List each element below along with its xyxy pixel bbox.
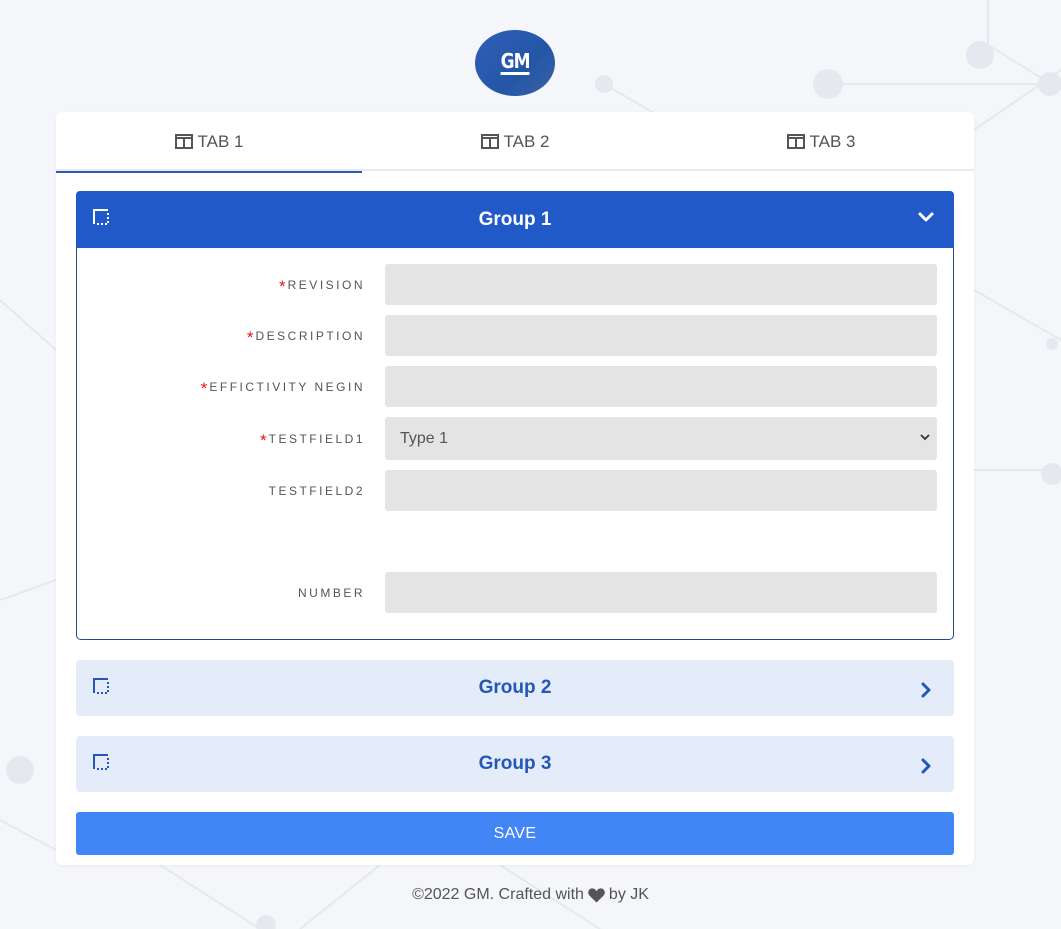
description-label: * DESCRIPTION bbox=[246, 327, 365, 347]
testfield1-row: * TESTFIELD1 Type 1 bbox=[77, 417, 953, 460]
tab-3[interactable]: TAB 3 bbox=[668, 112, 974, 171]
group-1-panel: Group 1 * REVISION * DESCRIPTION * EFFICTIV… bbox=[76, 191, 954, 640]
number-input[interactable] bbox=[385, 572, 937, 613]
group-title: Group 3 bbox=[478, 753, 552, 774]
table-icon bbox=[174, 134, 193, 149]
tab-1[interactable]: TAB 1 bbox=[56, 112, 362, 173]
required-marker: * bbox=[200, 378, 208, 398]
tab-label: TAB 2 bbox=[503, 131, 550, 151]
tab-bar: TAB 1 TAB 2 TAB 3 bbox=[56, 112, 974, 173]
border-style-icon bbox=[93, 209, 109, 225]
testfield2-label: TESTFIELD2 bbox=[268, 483, 365, 498]
description-row: * DESCRIPTION bbox=[77, 315, 953, 356]
border-style-icon bbox=[93, 754, 109, 770]
group-2-header[interactable]: Group 2 bbox=[76, 660, 954, 716]
group-title: Group 2 bbox=[478, 677, 552, 698]
required-marker: * bbox=[279, 276, 286, 296]
group-title: Group 1 bbox=[478, 208, 552, 230]
testfield1-label: * TESTFIELD1 bbox=[260, 430, 365, 450]
number-row: NUMBER bbox=[77, 572, 953, 613]
revision-input[interactable] bbox=[385, 264, 937, 305]
table-icon bbox=[786, 134, 805, 149]
effictivity-negin-label: * EFFICTIVITY NEGIN bbox=[200, 378, 365, 398]
group-3-header[interactable]: Group 3 bbox=[76, 736, 954, 792]
group-2-panel: Group 2 bbox=[76, 660, 954, 716]
revision-label: * REVISION bbox=[279, 276, 365, 296]
gm-logo: GM bbox=[475, 30, 555, 96]
logo-text: GM bbox=[500, 49, 530, 75]
chevron-right-icon bbox=[921, 758, 931, 774]
testfield2-row: TESTFIELD2 bbox=[77, 470, 953, 511]
required-marker: * bbox=[260, 430, 267, 450]
required-marker: * bbox=[246, 327, 254, 347]
footer-prefix: ©2022 GM. Crafted with bbox=[412, 886, 584, 903]
selected-value: Type 1 bbox=[400, 429, 449, 447]
group-1-header[interactable]: Group 1 bbox=[76, 191, 954, 248]
table-icon bbox=[480, 134, 499, 149]
tab-2[interactable]: TAB 2 bbox=[362, 112, 668, 171]
chevron-down-icon bbox=[918, 212, 934, 222]
effictivity-negin-input[interactable] bbox=[385, 366, 937, 407]
effictivity-negin-row: * EFFICTIVITY NEGIN bbox=[77, 366, 953, 407]
number-label: NUMBER bbox=[297, 585, 365, 600]
footer-suffix: by JK bbox=[608, 886, 649, 903]
testfield2-input[interactable] bbox=[385, 470, 937, 511]
group-3-panel: Group 3 bbox=[76, 736, 954, 792]
footer: ©2022 GM. Crafted with by JK bbox=[0, 886, 1061, 904]
chevron-right-icon bbox=[921, 682, 931, 698]
tab-label: TAB 3 bbox=[809, 131, 856, 151]
save-button[interactable]: SAVE bbox=[76, 812, 954, 855]
chevron-down-icon bbox=[920, 434, 930, 441]
description-input[interactable] bbox=[385, 315, 937, 356]
heart-icon bbox=[588, 887, 605, 902]
revision-row: * REVISION bbox=[77, 264, 953, 305]
form-card: TAB 1 TAB 2 TAB 3 Group 1 * REVISION * D… bbox=[56, 112, 974, 865]
testfield1-select[interactable]: Type 1 bbox=[385, 417, 937, 460]
tab-label: TAB 1 bbox=[197, 131, 244, 151]
border-style-icon bbox=[93, 678, 109, 694]
